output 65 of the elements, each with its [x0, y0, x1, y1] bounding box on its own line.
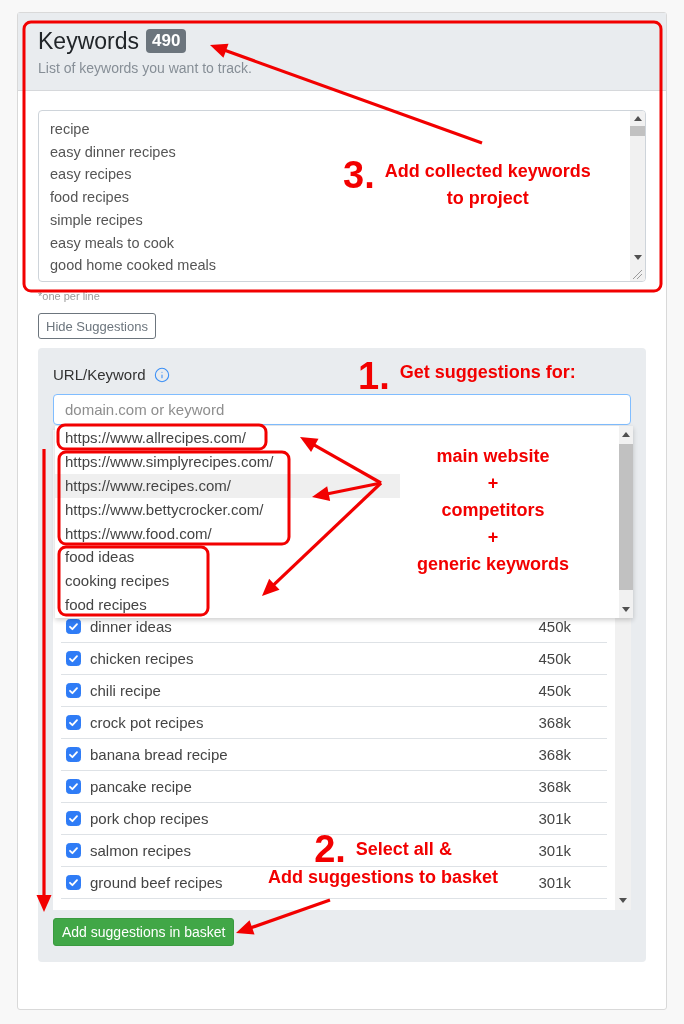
scroll-down-icon[interactable] — [633, 255, 642, 260]
checkbox[interactable] — [66, 843, 81, 858]
search-volume: 450k — [538, 618, 571, 635]
annotation-text: Add suggestions to basket — [268, 866, 498, 889]
suggestion-keyword: dinner ideas — [90, 618, 172, 635]
hint-text: *one per line — [38, 290, 100, 303]
search-volume: 450k — [538, 682, 571, 699]
keyword-line: good home cooked meals — [50, 256, 217, 276]
checkbox[interactable] — [66, 619, 81, 634]
annotation-text: + — [487, 526, 499, 549]
card-title: Keywords — [38, 29, 139, 53]
keyword-line: easy meals to cook — [50, 233, 175, 253]
annotation-text: + — [487, 472, 499, 495]
suggestion-keyword: banana bread recipe — [90, 746, 228, 763]
search-volume: 301k — [538, 810, 571, 827]
resize-grip-icon[interactable] — [633, 270, 642, 279]
scrollbar[interactable] — [619, 426, 633, 618]
keyword-line: easy recipes — [50, 165, 132, 185]
suggestion-keyword: crock pot recipes — [90, 714, 204, 731]
card-subtitle: List of keywords you want to track. — [38, 59, 252, 77]
checkbox[interactable] — [66, 715, 81, 730]
suggestion-keyword: ground beef recipes — [90, 874, 223, 891]
search-volume: 301k — [538, 842, 571, 859]
checkbox[interactable] — [66, 651, 81, 666]
checkbox[interactable] — [66, 683, 81, 698]
keyword-line: simple recipes — [50, 210, 143, 230]
keyword-line: easy dinner recipes — [50, 142, 176, 162]
search-volume: 368k — [538, 714, 571, 731]
annotation-text: to project — [446, 187, 529, 210]
scroll-down-icon[interactable] — [622, 607, 630, 612]
annotation-text: Add collected keywords — [384, 160, 591, 183]
search-volume: 368k — [538, 746, 571, 763]
search-volume: 450k — [538, 650, 571, 667]
annotation-text: Get suggestions for: — [399, 361, 576, 384]
annotation-text: main website — [436, 445, 550, 468]
search-volume: 301k — [538, 874, 571, 891]
scroll-down-icon[interactable] — [619, 898, 627, 903]
url-keyword-input[interactable]: domain.com or keyword — [53, 394, 631, 425]
annotation-text: Select all & — [355, 837, 452, 861]
step-number: 2. — [314, 834, 346, 864]
suggestion-keyword: salmon recipes — [90, 842, 191, 859]
hide-suggestions-button[interactable]: Hide Suggestions — [38, 313, 156, 339]
checkbox[interactable] — [66, 747, 81, 762]
suggestion-keyword: pancake recipe — [90, 778, 192, 795]
scroll-up-icon[interactable] — [633, 116, 642, 121]
checkbox[interactable] — [66, 779, 81, 794]
annotation-text: competitors — [441, 499, 545, 522]
suggestion-keyword: chili recipe — [90, 682, 161, 699]
count-badge: 490 — [146, 29, 187, 53]
suggestion-keyword: chicken recipes — [90, 650, 194, 667]
suggestion-keyword: pork chop recipes — [90, 810, 209, 827]
checkbox[interactable] — [66, 811, 81, 826]
keyword-line: recipe — [50, 120, 90, 139]
scrollbar-thumb[interactable] — [630, 126, 645, 136]
step-number: 1. — [358, 359, 390, 393]
keyword-line: food recipes — [50, 188, 129, 208]
step-number: 3. — [343, 158, 375, 192]
search-volume: 368k — [538, 778, 571, 795]
scroll-up-icon[interactable] — [622, 432, 630, 437]
scrollbar[interactable] — [630, 111, 645, 281]
field-label: URL/Keyword — [53, 365, 146, 385]
scrollbar-thumb[interactable] — [619, 444, 633, 590]
checkbox[interactable] — [66, 875, 81, 890]
info-icon[interactable] — [153, 367, 170, 383]
annotation-text: generic keywords — [416, 553, 570, 576]
